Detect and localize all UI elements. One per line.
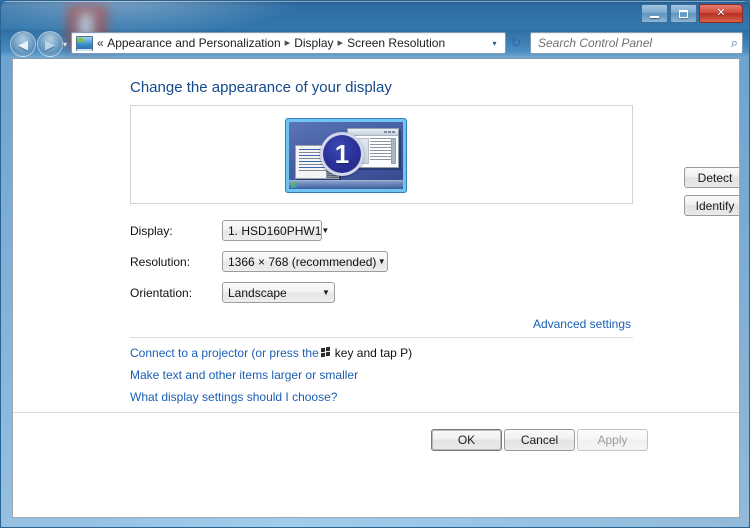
recent-pages-dropdown[interactable]: ▾ [63, 40, 67, 49]
chevron-down-icon: ▼ [322, 288, 330, 297]
cancel-button[interactable]: Cancel [504, 429, 575, 451]
back-button[interactable]: ◀ [10, 31, 36, 57]
chevron-down-icon: ▼ [377, 257, 386, 266]
links-divider [130, 337, 633, 338]
orientation-dropdown-value: Landscape [228, 285, 287, 300]
preview-window-right-scrollbar [391, 138, 396, 164]
breadcrumb-item-appearance[interactable]: Appearance and Personalization [106, 34, 281, 52]
preview-taskbar [289, 180, 403, 189]
screen-resolution-window: ✕ ◀ ▶ ▾ « Appearance and Personalization… [0, 0, 750, 528]
identify-button[interactable]: Identify [684, 195, 739, 216]
make-text-larger-link[interactable]: Make text and other items larger or smal… [130, 368, 358, 382]
breadcrumb-item-screen-resolution[interactable]: Screen Resolution [346, 34, 446, 52]
address-dropdown-icon[interactable]: ▾ [486, 34, 503, 53]
refresh-icon: ↻ [510, 35, 522, 50]
maximize-icon [679, 9, 688, 18]
monitor-screen: 1 [289, 122, 403, 189]
address-bar[interactable]: « Appearance and Personalization ▸ Displ… [71, 32, 506, 54]
monitor-number-badge: 1 [320, 132, 364, 176]
breadcrumb-separator-icon[interactable]: ▸ [335, 34, 347, 52]
breadcrumb-overflow[interactable]: « [96, 34, 106, 52]
display-label: Display: [130, 224, 173, 238]
maximize-button[interactable] [670, 4, 697, 23]
connect-projector-text-after: key and tap P) [334, 346, 413, 360]
chevron-down-icon: ▼ [321, 226, 330, 235]
resolution-dropdown[interactable]: 1366 × 768 (recommended) ▼ [222, 251, 388, 272]
refresh-button[interactable]: ↻ [506, 33, 526, 53]
search-icon: ⌕ [730, 35, 738, 50]
close-icon: ✕ [716, 7, 726, 19]
orientation-dropdown[interactable]: Landscape ▼ [222, 282, 335, 303]
minimize-button[interactable] [641, 4, 668, 23]
connect-projector-link[interactable]: Connect to a projector (or press the key … [130, 346, 412, 360]
apply-button: Apply [577, 429, 648, 451]
preview-start-orb-icon [291, 182, 297, 188]
content-pane: Change the appearance of your display 1 … [12, 58, 740, 518]
advanced-settings-link[interactable]: Advanced settings [533, 317, 631, 331]
windows-key-icon [320, 346, 333, 358]
display-preview-area: 1 Detect Identify [130, 105, 739, 216]
back-arrow-icon: ◀ [18, 36, 28, 52]
connect-projector-text-before: Connect to a projector (or press the [130, 346, 319, 360]
minimize-icon [650, 15, 659, 18]
ok-button[interactable]: OK [431, 429, 502, 451]
navigation-bar: ◀ ▶ ▾ « Appearance and Personalization ▸… [1, 28, 749, 58]
button-bar-divider [13, 412, 739, 413]
resolution-label: Resolution: [130, 255, 191, 269]
breadcrumb-separator-icon[interactable]: ▸ [282, 34, 294, 52]
page-title: Change the appearance of your display [130, 79, 392, 96]
window-controls: ✕ [639, 4, 743, 23]
desktop-background: ✕ ◀ ▶ ▾ « Appearance and Personalization… [0, 0, 750, 528]
preview-window-right-lines [370, 138, 391, 164]
what-settings-link[interactable]: What display settings should I choose? [130, 390, 337, 404]
preview-window-right-titlebar [348, 129, 398, 136]
search-input[interactable]: Search Control Panel [538, 36, 731, 50]
monitor-thumbnail-1[interactable]: 1 [286, 119, 406, 192]
display-dropdown-value: 1. HSD160PHW1 [228, 223, 322, 238]
forward-button[interactable]: ▶ [37, 31, 63, 57]
forward-arrow-icon: ▶ [45, 36, 55, 52]
close-button[interactable]: ✕ [699, 4, 743, 23]
display-dropdown[interactable]: 1. HSD160PHW1 ▼ [222, 220, 329, 241]
search-box[interactable]: Search Control Panel ⌕ [530, 32, 743, 54]
display-icon [76, 35, 93, 51]
breadcrumb-item-display[interactable]: Display [293, 34, 334, 52]
orientation-label: Orientation: [130, 286, 193, 300]
monitor-number-label: 1 [334, 139, 350, 169]
resolution-dropdown-value: 1366 × 768 (recommended) [228, 254, 377, 269]
detect-button[interactable]: Detect [684, 167, 739, 188]
